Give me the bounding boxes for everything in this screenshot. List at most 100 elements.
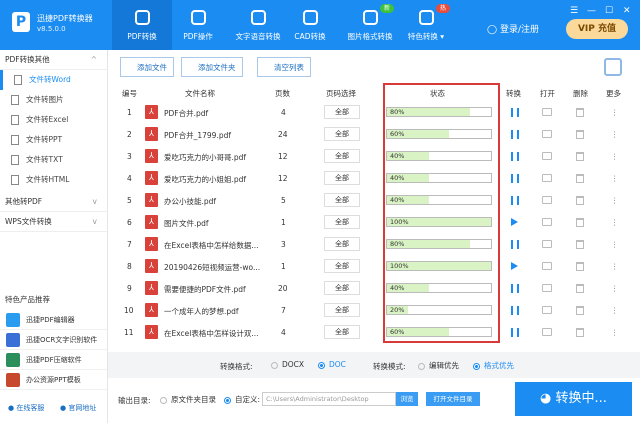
product-0[interactable]: 迅捷PDF编辑器 bbox=[0, 310, 107, 330]
add-folder-button[interactable]: 添加文件夹 bbox=[181, 57, 243, 77]
page-range-select[interactable]: 全部 bbox=[324, 325, 360, 339]
play-icon[interactable] bbox=[511, 262, 518, 270]
page-range-select[interactable]: 全部 bbox=[324, 127, 360, 141]
add-file-button[interactable]: 添加文件 bbox=[120, 57, 174, 77]
mode-format-radio[interactable]: 格式优先 bbox=[473, 360, 514, 371]
folder-open-icon[interactable] bbox=[542, 218, 552, 226]
trash-icon[interactable] bbox=[576, 328, 584, 337]
page-range-select[interactable]: 全部 bbox=[324, 303, 360, 317]
nav-tab-2[interactable]: 文字语音转换 bbox=[228, 0, 288, 50]
sidebar-item-0[interactable]: 文件转Word bbox=[0, 70, 107, 90]
page-range-select[interactable]: 全部 bbox=[324, 281, 360, 295]
pause-icon[interactable] bbox=[511, 174, 519, 183]
convert-button[interactable]: ◕ 转换中... bbox=[515, 382, 632, 416]
vip-button[interactable]: VIP 充值 bbox=[566, 19, 628, 39]
trash-icon[interactable] bbox=[576, 262, 584, 271]
output-path-input[interactable]: C:\Users\Administrator\Desktop bbox=[262, 392, 396, 406]
pause-icon[interactable] bbox=[511, 152, 519, 161]
folder-open-icon[interactable] bbox=[542, 174, 552, 182]
folder-open-icon[interactable] bbox=[542, 108, 552, 116]
folder-open-icon[interactable] bbox=[542, 262, 552, 270]
pause-icon[interactable] bbox=[511, 130, 519, 139]
sidebar-group-wps[interactable]: WPS文件转换 v bbox=[0, 212, 107, 232]
open-folder-button[interactable]: 打开文件目录 bbox=[426, 392, 480, 406]
browse-button[interactable]: 浏览 bbox=[396, 392, 418, 406]
format-docx-radio[interactable]: DOCX bbox=[271, 360, 304, 369]
custom-folder-radio[interactable]: 自定义: bbox=[224, 394, 260, 405]
format-doc-radio[interactable]: DOC bbox=[318, 360, 346, 369]
product-label: 迅捷PDF压缩软件 bbox=[26, 356, 82, 364]
more-icon[interactable]: ⋮ bbox=[611, 152, 619, 161]
trash-icon[interactable] bbox=[576, 108, 584, 117]
folder-open-icon[interactable] bbox=[542, 240, 552, 248]
table-row: 9 ⅄ 需要便捷的PDF文件.pdf 20 全部 40% ⋮ bbox=[112, 278, 632, 300]
mode-edit-radio[interactable]: 编辑优先 bbox=[418, 360, 459, 371]
pause-icon[interactable] bbox=[511, 328, 519, 337]
folder-open-icon[interactable] bbox=[542, 328, 552, 336]
sidebar-item-5[interactable]: 文件转HTML bbox=[0, 170, 107, 190]
product-2[interactable]: 迅捷PDF压缩软件 bbox=[0, 350, 107, 370]
nav-tab-3[interactable]: CAD转换 bbox=[280, 0, 340, 50]
nav-tab-1[interactable]: PDF操作 bbox=[168, 0, 228, 50]
page-range-select[interactable]: 全部 bbox=[324, 259, 360, 273]
grid-view-icon[interactable] bbox=[604, 58, 622, 76]
sidebar-group-pdf-convert[interactable]: PDF转换其他 ^ bbox=[0, 50, 107, 70]
close-button[interactable]: ✕ bbox=[623, 6, 631, 16]
sidebar-item-1[interactable]: 文件转图片 bbox=[0, 90, 107, 110]
trash-icon[interactable] bbox=[576, 152, 584, 161]
source-folder-radio[interactable]: 原文件夹目录 bbox=[160, 394, 216, 405]
folder-open-icon[interactable] bbox=[542, 130, 552, 138]
more-icon[interactable]: ⋮ bbox=[611, 108, 619, 117]
more-icon[interactable]: ⋮ bbox=[611, 240, 619, 249]
more-icon[interactable]: ⋮ bbox=[611, 174, 619, 183]
trash-icon[interactable] bbox=[576, 174, 584, 183]
page-range-select[interactable]: 全部 bbox=[324, 215, 360, 229]
trash-icon[interactable] bbox=[576, 240, 584, 249]
play-icon[interactable] bbox=[511, 218, 518, 226]
more-icon[interactable]: ⋮ bbox=[611, 328, 619, 337]
pause-icon[interactable] bbox=[511, 240, 519, 249]
nav-tab-0[interactable]: PDF转换 bbox=[112, 0, 172, 50]
more-icon[interactable]: ⋮ bbox=[611, 196, 619, 205]
folder-open-icon[interactable] bbox=[542, 306, 552, 314]
trash-icon[interactable] bbox=[576, 130, 584, 139]
folder-open-icon[interactable] bbox=[542, 196, 552, 204]
trash-icon[interactable] bbox=[576, 284, 584, 293]
trash-icon[interactable] bbox=[576, 196, 584, 205]
page-range-select[interactable]: 全部 bbox=[324, 105, 360, 119]
page-range-select[interactable]: 全部 bbox=[324, 193, 360, 207]
page-range-select[interactable]: 全部 bbox=[324, 149, 360, 163]
page-range-select[interactable]: 全部 bbox=[324, 171, 360, 185]
product-1[interactable]: 迅捷OCR文字识别软件 bbox=[0, 330, 107, 350]
product-3[interactable]: 办公资源PPT模板 bbox=[0, 370, 107, 390]
more-icon[interactable]: ⋮ bbox=[611, 130, 619, 139]
pause-icon[interactable] bbox=[511, 108, 519, 117]
website-label: 官网地址 bbox=[68, 404, 97, 412]
folder-open-icon[interactable] bbox=[542, 152, 552, 160]
login-button[interactable]: ◯ 登录/注册 bbox=[487, 22, 539, 35]
clear-list-button[interactable]: 清空列表 bbox=[257, 57, 311, 77]
sidebar-item-4[interactable]: 文件转TXT bbox=[0, 150, 107, 170]
page-range-select[interactable]: 全部 bbox=[324, 237, 360, 251]
pause-icon[interactable] bbox=[511, 306, 519, 315]
website-link[interactable]: ● 官网地址 bbox=[60, 403, 96, 413]
more-icon[interactable]: ⋮ bbox=[611, 284, 619, 293]
more-icon[interactable]: ⋮ bbox=[611, 262, 619, 271]
sidebar-item-2[interactable]: 文件转Excel bbox=[0, 110, 107, 130]
online-service-link[interactable]: ● 在线客服 bbox=[8, 403, 44, 413]
pause-icon[interactable] bbox=[511, 284, 519, 293]
minimize-button[interactable]: — bbox=[587, 6, 596, 16]
sidebar-group-to-pdf[interactable]: 其他转PDF v bbox=[0, 192, 107, 212]
trash-icon[interactable] bbox=[576, 306, 584, 315]
sidebar-item-3[interactable]: 文件转PPT bbox=[0, 130, 107, 150]
folder-open-icon[interactable] bbox=[542, 284, 552, 292]
more-icon[interactable]: ⋮ bbox=[611, 306, 619, 315]
nav-tab-5[interactable]: 特色转换 ▾ 热 bbox=[396, 0, 456, 50]
pdf-file-icon: ⅄ bbox=[145, 237, 158, 251]
pause-icon[interactable] bbox=[511, 196, 519, 205]
nav-tab-4[interactable]: 图片格式转换 新 bbox=[340, 0, 400, 50]
maximize-button[interactable]: ☐ bbox=[605, 6, 613, 16]
more-icon[interactable]: ⋮ bbox=[611, 218, 619, 227]
menu-icon[interactable]: ☰ bbox=[570, 6, 578, 16]
trash-icon[interactable] bbox=[576, 218, 584, 227]
